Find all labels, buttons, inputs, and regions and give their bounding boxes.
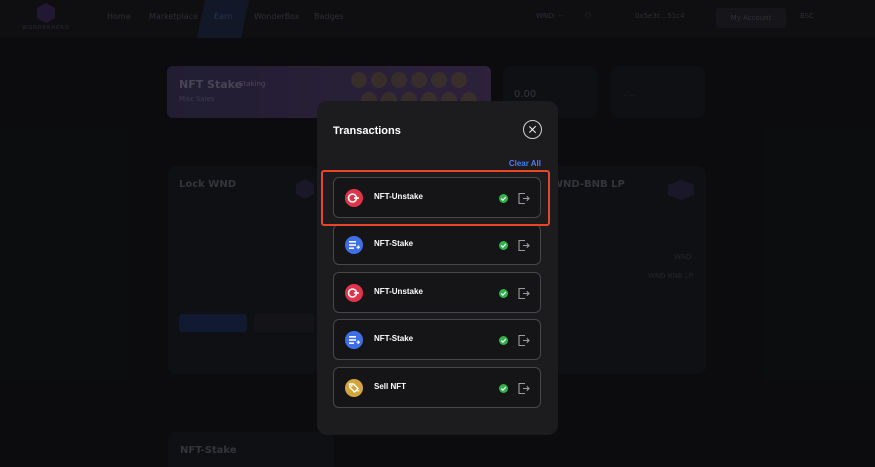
open-external-icon[interactable] <box>517 192 530 205</box>
transaction-label: NFT-Unstake <box>374 287 423 296</box>
success-check-icon <box>499 384 508 393</box>
modal-title: Transactions <box>333 125 401 137</box>
success-check-icon <box>499 336 508 345</box>
transaction-item[interactable]: NFT-Stake <box>333 224 541 265</box>
sell-nft-icon <box>345 379 363 397</box>
unstake-icon <box>345 284 363 302</box>
success-check-icon <box>499 241 508 250</box>
transaction-item[interactable]: NFT-Stake <box>333 319 541 360</box>
open-external-icon[interactable] <box>517 334 530 347</box>
transaction-label: Sell NFT <box>374 382 407 391</box>
transaction-label: NFT-Stake <box>374 334 414 343</box>
success-check-icon <box>499 194 508 203</box>
unstake-icon <box>345 189 363 207</box>
open-external-icon[interactable] <box>517 287 530 300</box>
transaction-item[interactable]: NFT-Unstake <box>333 177 541 218</box>
open-external-icon[interactable] <box>517 239 530 252</box>
transaction-item[interactable]: Sell NFT <box>333 367 541 408</box>
close-icon[interactable] <box>523 120 542 139</box>
clear-all-link[interactable]: Clear All <box>509 159 541 168</box>
stake-icon <box>345 331 363 349</box>
transaction-label: NFT-Unstake <box>374 192 423 201</box>
success-check-icon <box>499 289 508 298</box>
transaction-item[interactable]: NFT-Unstake <box>333 272 541 313</box>
open-external-icon[interactable] <box>517 382 530 395</box>
transactions-modal: Transactions Clear All NFT-Unstake NFT-S… <box>317 101 558 435</box>
stake-icon <box>345 236 363 254</box>
transaction-label: NFT-Stake <box>374 239 414 248</box>
